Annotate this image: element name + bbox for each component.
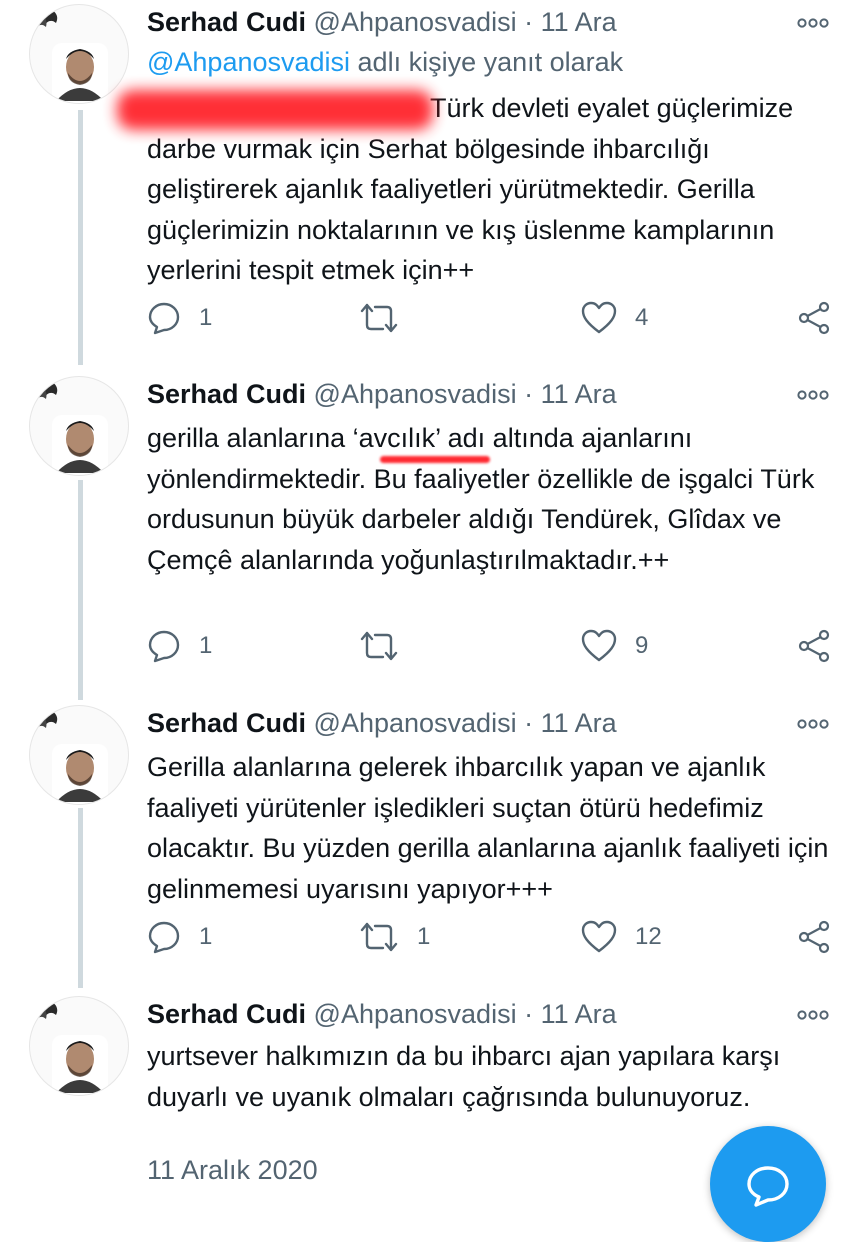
like-button[interactable]: 4: [581, 298, 648, 338]
reply-icon: [148, 630, 180, 663]
author-handle[interactable]: @Ahpanosvadisi: [314, 379, 517, 409]
avatar[interactable]: [29, 4, 129, 104]
like-count: 9: [635, 632, 649, 659]
author-name[interactable]: Serhad Cudi: [147, 999, 306, 1029]
share-button[interactable]: [797, 626, 831, 666]
more-button[interactable]: [796, 1000, 830, 1030]
more-button[interactable]: [796, 8, 830, 38]
avatar-icon: [36, 999, 108, 1095]
reply-button[interactable]: 1: [147, 626, 212, 666]
compose-fab-icon: [747, 1166, 789, 1207]
tweet-2[interactable]: Serhad Cudi @Ahpanosvadisi · 11 Ara geri…: [0, 372, 862, 702]
avatar-icon: [36, 708, 108, 804]
author-handle[interactable]: @Ahpanosvadisi: [314, 708, 517, 738]
share-icon: [798, 920, 830, 954]
more-icon: [797, 390, 829, 400]
retweet-icon: [360, 631, 398, 661]
more-button[interactable]: [796, 380, 830, 410]
like-icon: [581, 301, 617, 334]
avatar-icon: [36, 379, 108, 475]
replying-suffix: adlı kişiye yanıt olarak: [350, 47, 624, 77]
separator-dot: ·: [524, 999, 534, 1029]
retweet-button[interactable]: [359, 298, 417, 338]
tweet-3[interactable]: Serhad Cudi @Ahpanosvadisi · 11 Ara Geri…: [0, 701, 862, 991]
share-icon: [798, 301, 830, 335]
like-button[interactable]: 9: [581, 626, 648, 666]
avatar[interactable]: [29, 376, 129, 476]
retweet-icon: [360, 303, 398, 333]
tweet-text: Gerilla alanlarına gelerek ihbarcılık ya…: [147, 752, 829, 904]
replying-mention[interactable]: @Ahpanosvadisi: [147, 47, 350, 77]
reply-button[interactable]: 1: [147, 917, 212, 957]
author-handle[interactable]: @Ahpanosvadisi: [314, 999, 517, 1029]
tweet-date[interactable]: 11 Ara: [541, 7, 617, 37]
more-icon: [797, 719, 829, 729]
like-count: 12: [635, 923, 662, 950]
tweet-text: yurtsever halkımızın da bu ihbarcı ajan …: [147, 1041, 781, 1112]
retweet-button[interactable]: [359, 626, 417, 666]
like-icon: [581, 920, 617, 953]
reply-count: 1: [199, 632, 213, 659]
action-bar: 1 4: [147, 298, 837, 338]
reply-count: 1: [199, 304, 213, 331]
share-button[interactable]: [797, 917, 831, 957]
separator-dot: ·: [524, 379, 534, 409]
more-button[interactable]: [796, 709, 830, 739]
redaction-mark: [117, 90, 433, 130]
tweet-timestamp[interactable]: 11 Aralık 2020: [147, 1150, 318, 1190]
more-icon: [797, 1010, 829, 1020]
reply-icon: [148, 302, 180, 335]
separator-dot: ·: [524, 708, 534, 738]
author-name[interactable]: Serhad Cudi: [147, 708, 306, 738]
like-icon: [581, 629, 617, 662]
compose-button[interactable]: [710, 1126, 826, 1242]
tweet-date[interactable]: 11 Ara: [541, 999, 617, 1029]
avatar[interactable]: [29, 996, 129, 1096]
replying-to: @Ahpanosvadisi adlı kişiye yanıt olarak: [147, 42, 623, 82]
tweet-1[interactable]: Serhad Cudi @Ahpanosvadisi · 11 Ara @Ahp…: [0, 0, 862, 365]
highlight-underline: [380, 456, 490, 463]
reply-icon: [148, 921, 180, 954]
share-button[interactable]: [797, 298, 831, 338]
action-bar: 1 1 12: [147, 917, 837, 957]
retweet-icon: [360, 922, 398, 952]
tweet-text: gerilla alanlarına ‘avcılık’ adı altında…: [147, 423, 815, 575]
action-bar: 1 9: [147, 626, 837, 666]
retweet-count: 1: [417, 923, 431, 950]
author-name[interactable]: Serhad Cudi: [147, 379, 306, 409]
tweet-date[interactable]: 11 Ara: [541, 708, 617, 738]
avatar[interactable]: [29, 705, 129, 805]
retweet-button[interactable]: 1: [359, 917, 430, 957]
avatar-icon: [36, 7, 108, 103]
author-handle[interactable]: @Ahpanosvadisi: [314, 7, 517, 37]
reply-count: 1: [199, 923, 213, 950]
reply-button[interactable]: 1: [147, 298, 212, 338]
like-count: 4: [635, 304, 649, 331]
tweet-date[interactable]: 11 Ara: [541, 379, 617, 409]
separator-dot: ·: [524, 7, 534, 37]
author-name[interactable]: Serhad Cudi: [147, 7, 306, 37]
more-icon: [797, 18, 829, 28]
like-button[interactable]: 12: [581, 917, 662, 957]
share-icon: [798, 629, 830, 663]
